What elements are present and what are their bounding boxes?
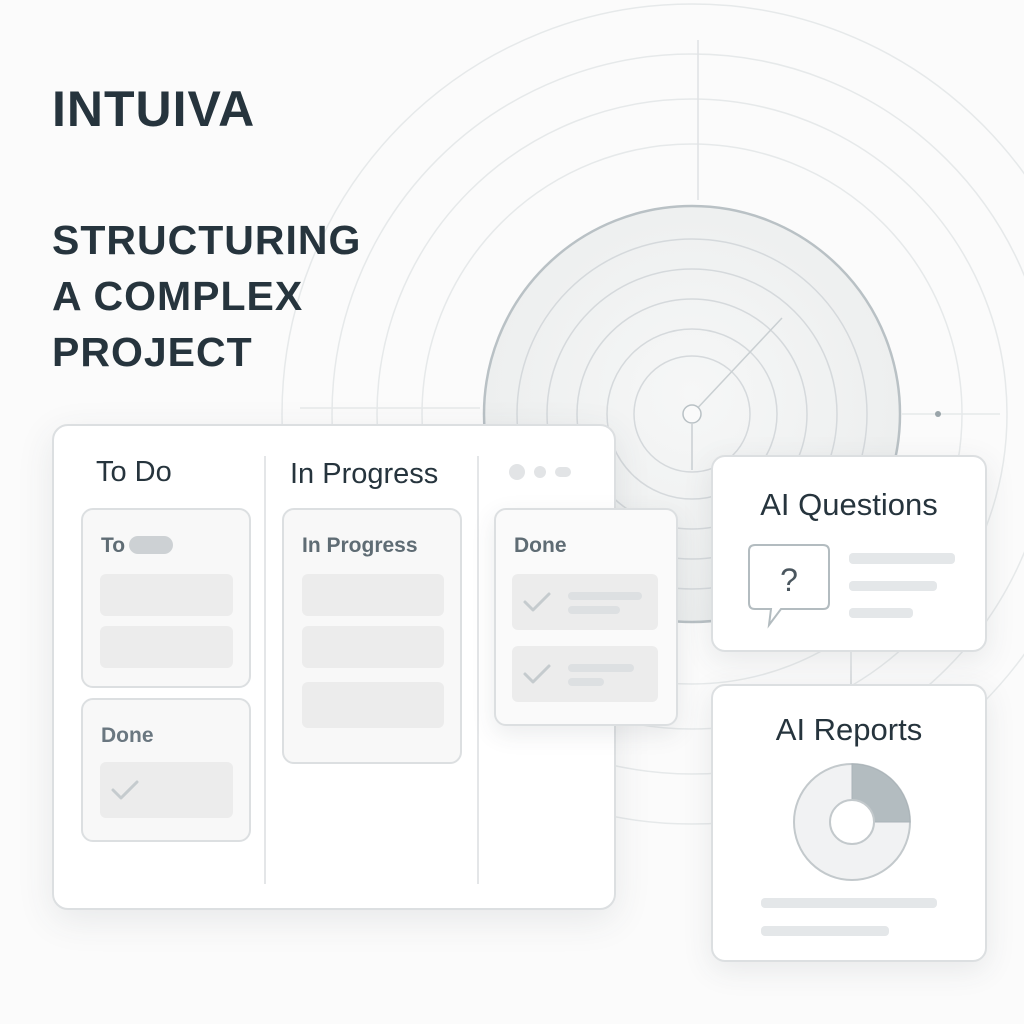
- text-line: [568, 664, 634, 672]
- headline-line-3: PROJECT: [52, 329, 253, 375]
- text-line: [849, 608, 913, 618]
- headline-line-2: A COMPLEX: [52, 273, 304, 319]
- todo-card[interactable]: To: [81, 508, 251, 688]
- placeholder-task[interactable]: [100, 626, 233, 668]
- placeholder-task[interactable]: [100, 574, 233, 616]
- brand-logo-text: INTUIVA: [52, 81, 256, 137]
- text-line: [761, 926, 889, 936]
- completed-task[interactable]: [512, 574, 658, 630]
- card-title: In Progress: [302, 534, 418, 557]
- card-title: Done: [514, 534, 567, 557]
- ai-reports-panel[interactable]: AI Reports: [711, 684, 987, 962]
- dot: [555, 467, 571, 477]
- column-divider: [264, 456, 266, 884]
- panel-connector: [850, 652, 852, 684]
- text-line: [849, 581, 937, 591]
- checkmark-icon: [523, 592, 551, 612]
- placeholder-task[interactable]: [302, 626, 444, 668]
- completed-task[interactable]: [100, 762, 233, 818]
- page-headline: STRUCTURING A COMPLEX PROJECT: [52, 212, 412, 380]
- checkmark-icon: [523, 664, 551, 684]
- dot: [509, 464, 525, 480]
- ai-questions-panel[interactable]: AI Questions ?: [711, 455, 987, 652]
- text-line: [568, 678, 604, 686]
- placeholder-task[interactable]: [302, 682, 444, 728]
- done-card-floating[interactable]: Done: [494, 508, 678, 726]
- placeholder-task[interactable]: [302, 574, 444, 616]
- card-title: To: [101, 534, 126, 557]
- text-line: [761, 898, 937, 908]
- donut-chart-icon: [793, 763, 911, 881]
- text-line: [849, 553, 955, 564]
- column-divider: [477, 456, 479, 884]
- column-title-todo: To Do: [96, 456, 172, 488]
- card-title: Done: [101, 724, 154, 747]
- done-card-left[interactable]: Done: [81, 698, 251, 842]
- text-line: [568, 606, 620, 614]
- panel-title: AI Questions: [760, 487, 938, 522]
- svg-text:?: ?: [780, 562, 798, 598]
- panel-title: AI Reports: [775, 712, 923, 747]
- text-line: [568, 592, 642, 600]
- redacted-text: [129, 536, 173, 554]
- headline-line-1: STRUCTURING: [52, 217, 362, 263]
- dot: [534, 466, 546, 478]
- completed-task[interactable]: [512, 646, 658, 702]
- column-title-in-progress: In Progress: [290, 458, 439, 490]
- checkmark-icon: [111, 780, 139, 800]
- question-bubble-icon: ?: [748, 544, 830, 629]
- board-menu-dots[interactable]: [509, 464, 571, 480]
- in-progress-card[interactable]: In Progress: [282, 508, 462, 764]
